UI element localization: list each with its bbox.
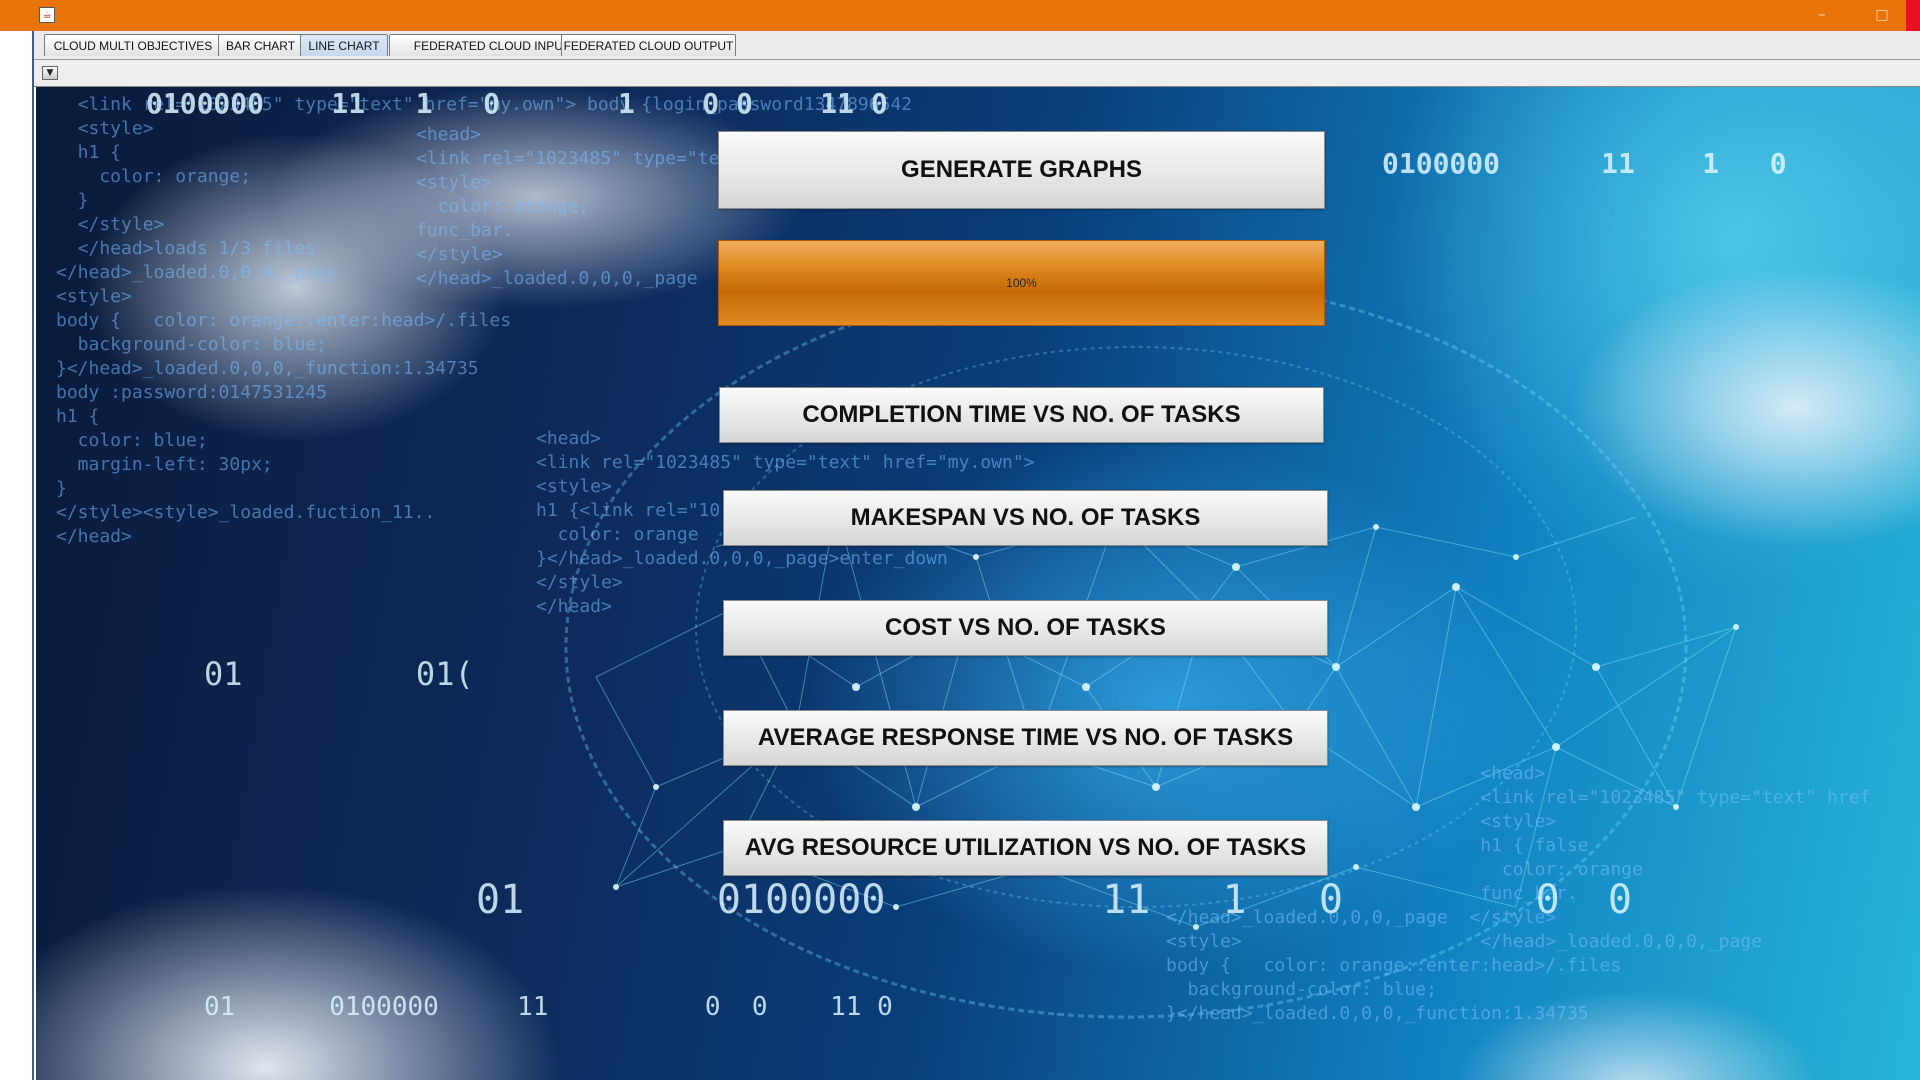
completion-time-button[interactable]: COMPLETION TIME VS NO. OF TASKS bbox=[719, 387, 1324, 443]
avg-resource-utilization-button[interactable]: AVG RESOURCE UTILIZATION VS NO. OF TASKS bbox=[723, 820, 1328, 876]
cost-button[interactable]: COST VS NO. OF TASKS bbox=[723, 600, 1328, 656]
generate-graphs-button[interactable]: GENERATE GRAPHS bbox=[718, 131, 1325, 209]
background-code: <head> <link rel="1023485" type="te <sty… bbox=[416, 124, 720, 289]
background-binary: 0100000 11 1 0 bbox=[1382, 147, 1787, 180]
maximize-icon[interactable]: □ bbox=[1862, 0, 1902, 31]
makespan-button[interactable]: MAKESPAN VS NO. OF TASKS bbox=[723, 490, 1328, 546]
tab-line-chart[interactable]: LINE CHART bbox=[300, 34, 388, 56]
background-image: <link rel="1023485" type="text" href="my… bbox=[36, 87, 1920, 1080]
toolbar-strip: ▼ bbox=[34, 60, 1920, 87]
average-response-time-button[interactable]: AVERAGE RESPONSE TIME VS NO. OF TASKS bbox=[723, 710, 1328, 766]
background-binary: 01 01( bbox=[204, 655, 474, 693]
tab-bar: CLOUD MULTI OBJECTIVES BAR CHART LINE CH… bbox=[34, 31, 1920, 60]
window-frame bbox=[32, 31, 34, 1080]
background-binary: 01 0100000 11 1 0 0 0 bbox=[476, 877, 1632, 923]
chevron-down-icon[interactable]: ▼ bbox=[42, 66, 58, 80]
title-bar: ☕ – □ bbox=[0, 0, 1920, 31]
minimize-icon[interactable]: – bbox=[1802, 0, 1842, 31]
progress-bar: 100% bbox=[718, 240, 1325, 326]
background-binary: 01 0100000 11 0 0 11 0 bbox=[204, 992, 893, 1022]
tab-federated-cloud-output[interactable]: FEDERATED CLOUD OUTPUT bbox=[561, 34, 736, 56]
tab-bar-chart[interactable]: BAR CHART bbox=[218, 34, 303, 56]
java-cup-icon: ☕ bbox=[39, 7, 55, 23]
background-binary: 0100000 11 1 0 1 0 0 11 0 bbox=[146, 87, 888, 120]
tab-cloud-multi-objectives[interactable]: CLOUD MULTI OBJECTIVES bbox=[44, 34, 222, 56]
close-icon[interactable] bbox=[1906, 0, 1920, 31]
progress-label: 100% bbox=[1006, 276, 1037, 290]
